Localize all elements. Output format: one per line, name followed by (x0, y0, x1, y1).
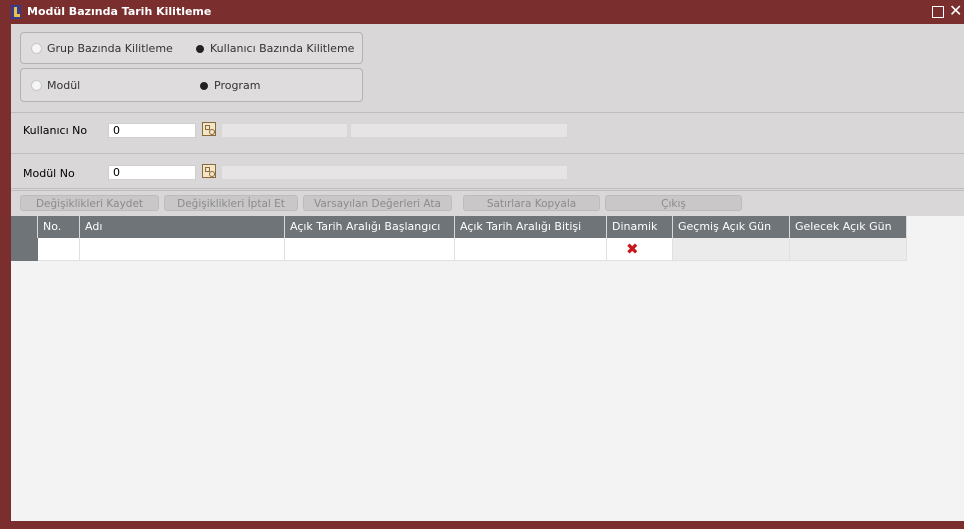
cell-dinamik[interactable]: ✖ (607, 238, 673, 261)
window-content: Grup Bazında Kilitleme Kullanıcı Bazında… (11, 24, 964, 521)
cell-baslangic[interactable] (285, 238, 455, 261)
column-header-adi[interactable]: Adı (80, 216, 285, 238)
column-header-no[interactable]: No. (38, 216, 80, 238)
divider (11, 188, 964, 189)
scope-type-group: Modül Program (20, 68, 363, 102)
modul-lookup-icon[interactable] (202, 164, 216, 178)
kullanici-no-input[interactable]: 0 (108, 123, 196, 138)
window-title: Modül Bazında Tarih Kilitleme (27, 5, 212, 18)
title-bar: Modül Bazında Tarih Kilitleme ✕ (0, 0, 964, 24)
row-indicator[interactable] (11, 238, 38, 261)
cell-adi[interactable] (80, 238, 285, 261)
kullanici-code-display (221, 123, 348, 138)
exit-button[interactable]: Çıkış (605, 195, 742, 211)
kullanici-no-label: Kullanıcı No (23, 124, 88, 137)
radio-label: Program (214, 79, 261, 92)
save-changes-button[interactable]: Değişiklikleri Kaydet (20, 195, 159, 211)
close-icon[interactable]: ✕ (949, 2, 962, 20)
radio-dot-selected (200, 81, 208, 90)
radio-dot-selected (196, 44, 204, 53)
divider (11, 190, 964, 191)
radio-label: Modül (47, 79, 81, 92)
column-header-baslangic[interactable]: Açık Tarih Aralığı Başlangıcı (285, 216, 455, 238)
cell-gelecek[interactable] (790, 238, 907, 261)
radio-label: Kullanıcı Bazında Kilitleme (210, 42, 355, 55)
assign-defaults-button[interactable]: Varsayılan Değerleri Ata (303, 195, 452, 211)
radio-dot (31, 80, 42, 91)
lock-type-group: Grup Bazında Kilitleme Kullanıcı Bazında… (20, 32, 363, 64)
divider (11, 153, 964, 154)
cell-gecmis[interactable] (673, 238, 790, 261)
copy-to-rows-button[interactable]: Satırlara Kopyala (463, 195, 600, 211)
column-header-bitis[interactable]: Açık Tarih Aralığı Bitişi (455, 216, 607, 238)
modul-name-display (221, 165, 568, 180)
radio-grup-bazinda[interactable]: Grup Bazında Kilitleme (31, 42, 173, 55)
kullanici-lookup-icon[interactable] (202, 122, 216, 136)
maximize-icon[interactable] (932, 6, 944, 18)
radio-label: Grup Bazında Kilitleme (47, 42, 173, 55)
divider (11, 112, 964, 113)
column-header-dinamik[interactable]: Dinamik (607, 216, 673, 238)
modul-no-label: Modül No (23, 167, 75, 180)
cancel-changes-button[interactable]: Değişiklikleri İptal Et (164, 195, 298, 211)
radio-kullanici-bazinda[interactable]: Kullanıcı Bazında Kilitleme (194, 42, 354, 55)
date-lock-table: No. Adı Açık Tarih Aralığı Başlangıcı Aç… (11, 216, 964, 521)
column-header-gecmis[interactable]: Geçmiş Açık Gün (673, 216, 790, 238)
x-icon: ✖ (626, 240, 639, 258)
cell-bitis[interactable] (455, 238, 607, 261)
app-logo-icon (11, 5, 21, 19)
radio-modul[interactable]: Modül (31, 79, 80, 92)
radio-program[interactable]: Program (198, 79, 260, 92)
cell-no[interactable] (38, 238, 80, 261)
kullanici-name-display (350, 123, 568, 138)
column-header-gelecek[interactable]: Gelecek Açık Gün (790, 216, 907, 238)
row-indicator-header (11, 216, 38, 238)
modul-no-input[interactable]: 0 (108, 165, 196, 180)
radio-dot (31, 43, 42, 54)
